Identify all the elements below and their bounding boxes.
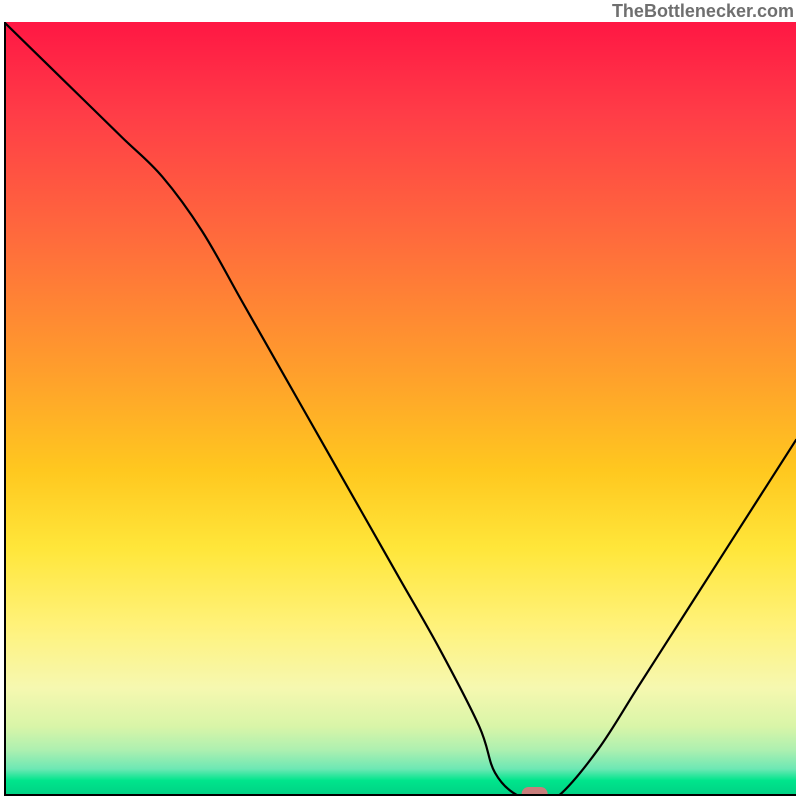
chart-frame: TheBottlenecker.com (0, 0, 800, 800)
y-axis-line (4, 22, 6, 796)
chart-svg (4, 22, 796, 796)
plot-area (4, 22, 796, 796)
bottleneck-curve (4, 22, 796, 796)
attribution-text: TheBottlenecker.com (612, 0, 794, 22)
x-axis-line (4, 794, 796, 796)
